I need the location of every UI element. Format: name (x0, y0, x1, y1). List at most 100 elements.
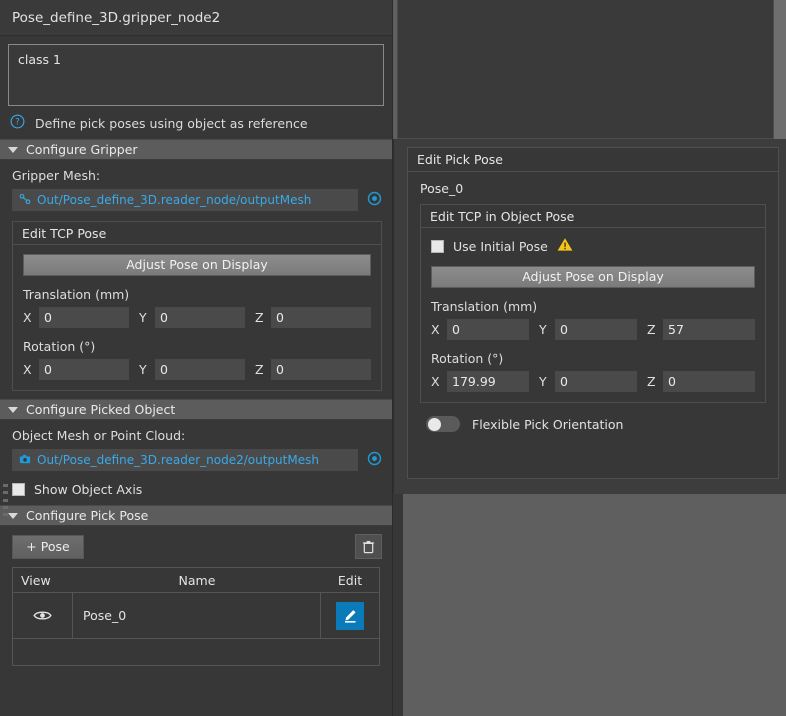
gripper-translation-y-input[interactable]: 0 (155, 307, 245, 328)
pick-translation-x-input[interactable]: 0 (447, 319, 529, 340)
workspace-background (393, 494, 786, 716)
table-row[interactable]: Pose_0 (13, 593, 379, 639)
use-initial-pose-row[interactable]: Use Initial Pose (431, 237, 755, 255)
pose-visibility-toggle[interactable] (13, 593, 73, 638)
edit-pose-button[interactable] (336, 601, 364, 630)
edit-tcp-pose-group: Edit TCP Pose Adjust Pose on Display Tra… (12, 221, 382, 391)
gripper-rotation-label: Rotation (°) (23, 339, 96, 354)
caret-down-icon (8, 146, 18, 153)
pick-translation-y-input[interactable]: 0 (555, 319, 637, 340)
gripper-translation-row: X 0 Y 0 Z 0 (23, 307, 371, 328)
pick-translation-z-cell: Z 57 (647, 319, 755, 340)
node-title-bar: Pose_define_3D.gripper_node2 (0, 0, 392, 36)
adjust-pose-on-display-button-pick[interactable]: Adjust Pose on Display (431, 266, 755, 288)
axis-label-x: X (431, 322, 440, 337)
camera-icon (19, 453, 31, 468)
gripper-translation-z-cell: Z 0 (255, 307, 371, 328)
axis-label-z: Z (647, 374, 656, 389)
show-object-axis-row[interactable]: Show Object Axis (12, 482, 382, 497)
pick-rotation-x-cell: X 179.99 (431, 371, 539, 392)
section-header-configure-picked-object[interactable]: Configure Picked Object (0, 399, 392, 420)
show-object-axis-checkbox[interactable] (12, 483, 25, 496)
caret-down-icon (8, 406, 18, 413)
edit-pick-pose-name: Pose_0 (420, 181, 464, 196)
grip-dot (3, 498, 8, 502)
flexible-pick-orientation-toggle[interactable] (426, 416, 460, 432)
adjust-pose-on-display-button-gripper[interactable]: Adjust Pose on Display (23, 254, 371, 276)
pick-rotation-y-input[interactable]: 0 (555, 371, 637, 392)
edit-pick-pose-title: Edit Pick Pose (408, 148, 778, 172)
pose-toolbar: + Pose (0, 526, 392, 567)
preview-panel-empty (397, 0, 774, 139)
axis-label-z: Z (647, 322, 656, 337)
edit-pick-pose-body: Pose_0 Edit TCP in Object Pose Use Initi… (408, 172, 778, 432)
gripper-rotation-z-input[interactable]: 0 (271, 359, 371, 380)
axis-label-y: Y (539, 322, 547, 337)
flexible-pick-orientation-row[interactable]: Flexible Pick Orientation (420, 416, 766, 432)
section-header-configure-gripper[interactable]: Configure Gripper (0, 139, 392, 160)
gripper-rotation-row: X 0 Y 0 Z 0 (23, 359, 371, 380)
target-icon[interactable] (367, 191, 382, 209)
object-mesh-value: Out/Pose_define_3D.reader_node2/outputMe… (37, 453, 319, 467)
configure-gripper-body: Gripper Mesh: Out/Pose_define_3D.reader_… (0, 160, 392, 399)
edit-tcp-in-object-pose-group: Edit TCP in Object Pose Use Initial Pose (420, 204, 766, 403)
gripper-translation-z-input[interactable]: 0 (271, 307, 371, 328)
edit-tcp-pose-body: Adjust Pose on Display Translation (mm) … (13, 245, 381, 390)
column-header-edit: Edit (337, 572, 363, 588)
pencil-icon (345, 609, 356, 623)
workspace-left-edge (393, 494, 403, 716)
axis-label-x: X (431, 374, 440, 389)
pick-rotation-z-input[interactable]: 0 (663, 371, 755, 392)
add-pose-button[interactable]: + Pose (12, 534, 84, 559)
gripper-mesh-row: Out/Pose_define_3D.reader_node/outputMes… (12, 189, 382, 211)
panel-splitter-grip[interactable] (2, 484, 9, 516)
target-icon[interactable] (367, 451, 382, 469)
column-header-name: Name (178, 572, 216, 588)
gripper-rotation-z-cell: Z 0 (255, 359, 371, 380)
use-initial-pose-checkbox[interactable] (431, 239, 444, 253)
show-object-axis-label: Show Object Axis (34, 482, 143, 497)
object-mesh-row: Out/Pose_define_3D.reader_node2/outputMe… (12, 449, 382, 471)
eye-icon (33, 611, 52, 620)
use-initial-pose-label: Use Initial Pose (453, 238, 548, 254)
axis-label-z: Z (255, 362, 264, 377)
pick-translation-z-input[interactable]: 57 (663, 319, 755, 340)
edit-tcp-pose-title: Edit TCP Pose (13, 222, 381, 245)
section-title-configure-picked-object: Configure Picked Object (26, 402, 176, 417)
axis-label-x: X (23, 362, 32, 377)
delete-pose-button[interactable] (355, 534, 382, 559)
pick-translation-row: X 0 Y 0 Z 57 (431, 319, 755, 340)
axis-label-y: Y (139, 310, 147, 325)
class-box-container: class 1 (0, 36, 392, 106)
edit-tcp-in-object-pose-title: Edit TCP in Object Pose (421, 205, 765, 228)
hint-text: Define pick poses using object as refere… (35, 115, 308, 131)
gripper-translation-label: Translation (mm) (23, 287, 130, 302)
section-header-configure-pick-pose[interactable]: Configure Pick Pose (0, 505, 392, 526)
pick-rotation-x-input[interactable]: 179.99 (447, 371, 529, 392)
help-circle-icon[interactable]: ? (10, 114, 25, 132)
edit-pick-pose-inner: Edit Pick Pose Pose_0 Edit TCP in Object… (407, 147, 779, 479)
pick-translation-y-cell: Y 0 (539, 319, 647, 340)
section-title-configure-gripper: Configure Gripper (26, 142, 138, 157)
object-mesh-input[interactable]: Out/Pose_define_3D.reader_node2/outputMe… (12, 449, 358, 471)
axis-label-x: X (23, 310, 32, 325)
pose-name-cell: Pose_0 (73, 593, 321, 638)
gripper-rotation-x-cell: X 0 (23, 359, 139, 380)
pick-rotation-y-cell: Y 0 (539, 371, 647, 392)
pick-rotation-row: X 179.99 Y 0 Z 0 (431, 371, 755, 392)
right-scrollbar[interactable] (774, 0, 786, 139)
toggle-knob (428, 417, 441, 431)
gripper-rotation-y-input[interactable]: 0 (155, 359, 245, 380)
gripper-mesh-input[interactable]: Out/Pose_define_3D.reader_node/outputMes… (12, 189, 358, 211)
node-link-icon (19, 193, 31, 208)
caret-down-icon (8, 512, 18, 519)
pose-table-empty-row (13, 639, 379, 665)
axis-label-y: Y (139, 362, 147, 377)
gripper-node-properties-panel: Pose_define_3D.gripper_node2 class 1 ? D… (0, 0, 393, 716)
class-textarea[interactable]: class 1 (8, 44, 384, 106)
gripper-rotation-x-input[interactable]: 0 (39, 359, 129, 380)
gripper-translation-x-input[interactable]: 0 (39, 307, 129, 328)
axis-label-y: Y (539, 374, 547, 389)
grip-dot (3, 491, 8, 495)
pose-table: View Name Edit Pose_0 (12, 567, 380, 666)
